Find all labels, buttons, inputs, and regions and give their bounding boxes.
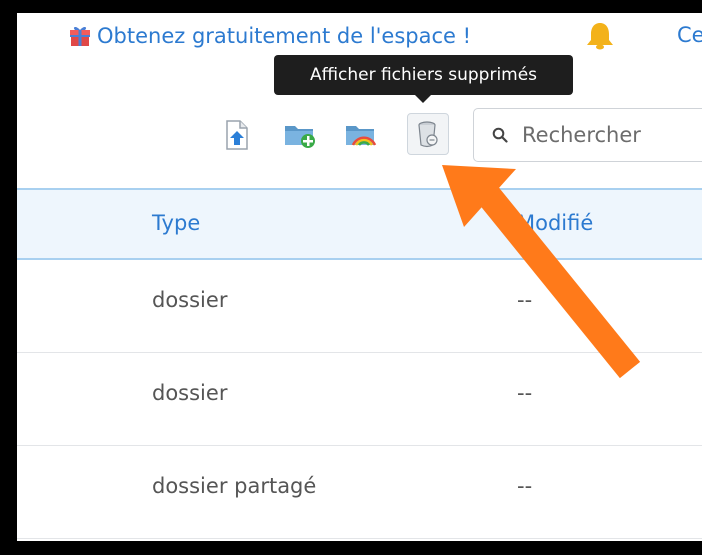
cell-modified: --: [517, 288, 533, 312]
gift-icon: [70, 26, 90, 46]
show-deleted-files-button[interactable]: [407, 113, 449, 155]
table-row[interactable]: dossier --: [17, 353, 702, 446]
cell-type: dossier partagé: [152, 474, 317, 498]
search-input[interactable]: [522, 123, 692, 147]
column-header-type[interactable]: Type: [152, 211, 200, 235]
cell-type: dossier: [152, 381, 228, 405]
header-link[interactable]: Ce: [677, 23, 702, 47]
bell-icon[interactable]: [584, 21, 616, 51]
upload-file-button[interactable]: [219, 114, 255, 156]
search-icon: [492, 127, 508, 143]
cell-modified: --: [517, 381, 533, 405]
table-header: Type Modifié: [17, 188, 702, 260]
gallery-folder-icon: [346, 126, 377, 146]
table-row[interactable]: dossier partagé --: [17, 446, 702, 539]
promo-link[interactable]: Obtenez gratuitement de l'espace !: [69, 21, 471, 51]
table-row[interactable]: dossier --: [17, 260, 702, 353]
screenshot-frame: Obtenez gratuitement de l'espace ! Ce Af…: [0, 0, 702, 555]
cell-type: dossier: [152, 288, 228, 312]
column-header-modified[interactable]: Modifié: [517, 211, 593, 235]
gallery-folder-button[interactable]: [343, 114, 379, 156]
new-folder-icon: [285, 126, 315, 148]
file-manager-view: Obtenez gratuitement de l'espace ! Ce Af…: [17, 13, 702, 541]
tooltip: Afficher fichiers supprimés: [274, 55, 573, 95]
cell-modified: --: [517, 474, 533, 498]
upload-file-icon: [226, 120, 248, 150]
search-box[interactable]: [473, 108, 702, 162]
new-folder-button[interactable]: [282, 114, 318, 156]
promo-text: Obtenez gratuitement de l'espace !: [97, 24, 472, 48]
tooltip-pointer: [415, 95, 431, 103]
trash-icon: [418, 121, 438, 148]
